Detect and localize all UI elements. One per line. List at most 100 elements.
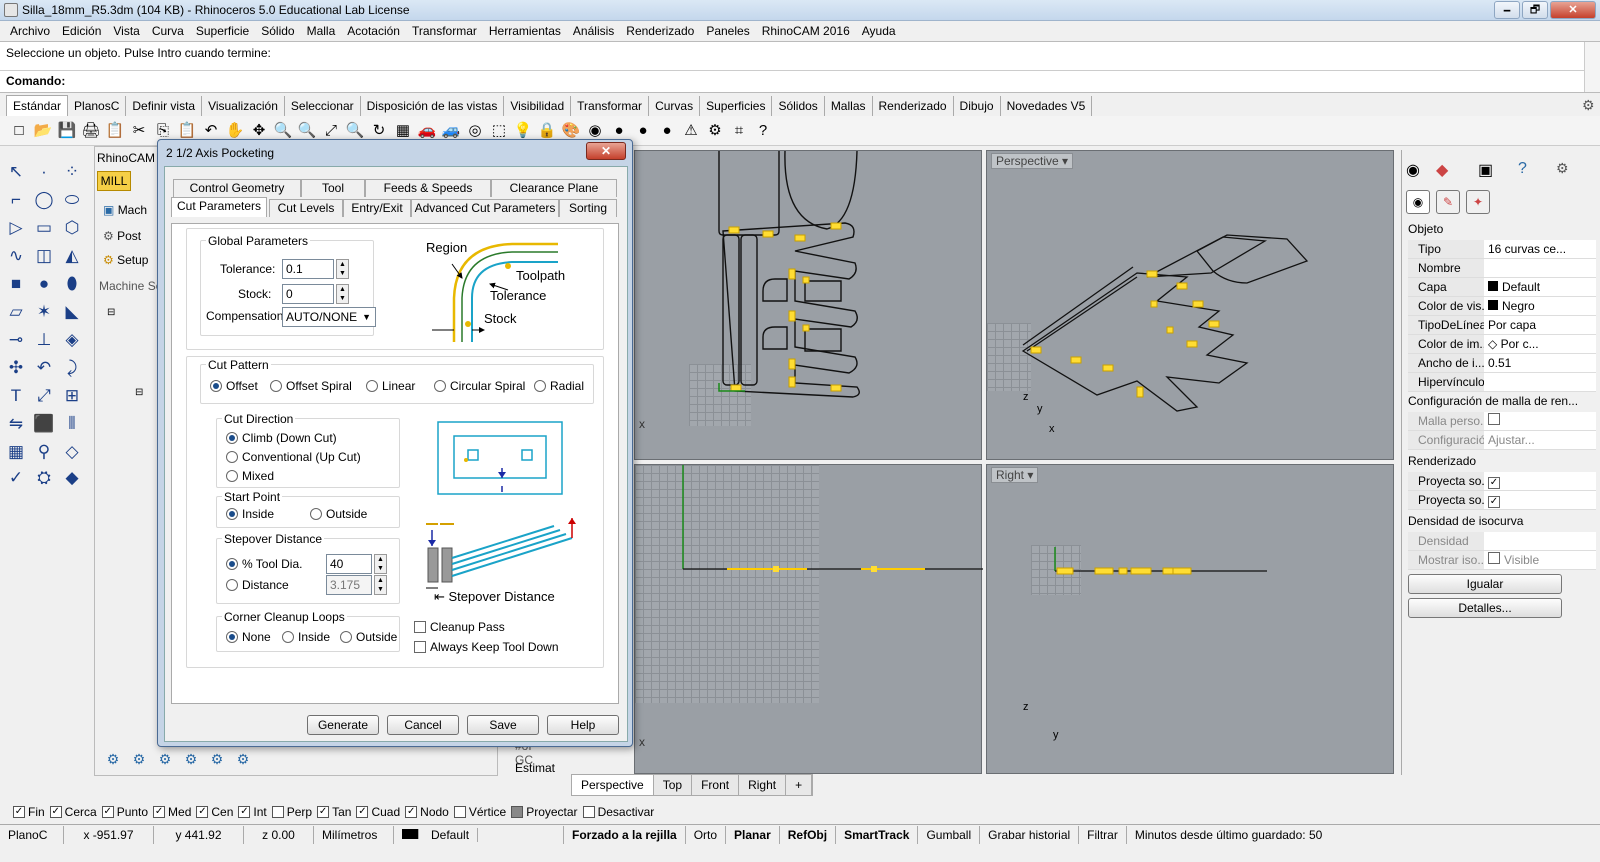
filter-toggle[interactable]: Filtrar [1079, 825, 1127, 844]
ortho-toggle[interactable]: Orto [686, 825, 727, 844]
menu-solido[interactable]: Sólido [255, 21, 300, 41]
command-input-label[interactable]: Comando: [6, 74, 65, 88]
display-icon[interactable]: ▣ [1478, 160, 1493, 180]
tab-right[interactable]: Right [739, 775, 787, 795]
tab-clearance-plane[interactable]: Clearance Plane [491, 179, 617, 197]
grid-snap-icon[interactable]: ⌗ [728, 120, 750, 142]
snap-int-checkbox[interactable]: ✓ [238, 806, 251, 818]
setup-item[interactable]: ⚙ Setup [103, 253, 148, 267]
snap-fin-checkbox[interactable]: ✓ [13, 806, 25, 818]
tab-advanced-cut-parameters[interactable]: Advanced Cut Parameters [411, 199, 559, 217]
prop-row-show-iso[interactable]: Mostrar iso... Visible [1408, 551, 1596, 570]
texture-tab-icon[interactable]: ✦ [1466, 190, 1490, 214]
tab-disposicion[interactable]: Disposición de las vistas [361, 96, 505, 116]
clipboard-icon[interactable]: 📋 [104, 120, 126, 142]
gear-icon[interactable]: ⚙ [1582, 97, 1595, 114]
close-button[interactable]: ✕ [1550, 1, 1596, 19]
prop-value[interactable]: ✓ [1484, 491, 1596, 509]
tab-visualizacion[interactable]: Visualización [202, 96, 285, 116]
match-button[interactable]: Igualar [1408, 574, 1562, 594]
corner-none-radio[interactable] [226, 631, 238, 643]
menu-malla[interactable]: Malla [301, 21, 342, 41]
tab-transformar[interactable]: Transformar [571, 96, 650, 116]
front-viewport[interactable]: x [634, 464, 983, 774]
sphere-icon[interactable]: ● [32, 272, 56, 296]
tab-perspective[interactable]: Perspective [572, 775, 654, 795]
tab-definir-vista[interactable]: Definir vista [126, 96, 203, 116]
snap-proyectar-checkbox[interactable] [511, 806, 524, 818]
prop-value[interactable]: ✓ [1484, 472, 1596, 490]
planar-toggle[interactable]: Planar [726, 825, 780, 844]
menu-paneles[interactable]: Paneles [700, 21, 755, 41]
adjust-button[interactable]: Ajustar... [1484, 431, 1596, 449]
stock-spinner[interactable]: ▲ ▼ [336, 284, 349, 304]
distance-radio[interactable] [226, 579, 238, 591]
perspective-viewport[interactable]: Perspective ▾ z y x [986, 150, 1394, 460]
receive-shadows-checkbox[interactable]: ✓ [1488, 496, 1500, 508]
box-icon[interactable]: ■ [4, 272, 28, 296]
explode-icon[interactable]: ✣ [4, 356, 28, 380]
tab-novedades[interactable]: Novedades V5 [1001, 96, 1093, 116]
tab-planosc[interactable]: PlanosC [68, 96, 127, 116]
prop-row-linetype[interactable]: TipoDeLínea Por capa [1408, 316, 1596, 335]
dialog-close-button[interactable]: ✕ [586, 142, 626, 160]
settings-icon[interactable]: ⚙ [704, 120, 726, 142]
command-scrollbar[interactable] [1584, 42, 1600, 92]
prop-row-density[interactable]: Densidad [1408, 532, 1596, 551]
record-history-toggle[interactable]: Grabar historial [980, 825, 1080, 844]
menu-herramientas[interactable]: Herramientas [483, 21, 567, 41]
mesh-icon[interactable]: ▱ [4, 300, 28, 324]
post-item[interactable]: ⚙ Post [103, 229, 141, 243]
prop-value[interactable]: Negro [1484, 297, 1596, 315]
curve-icon[interactable]: ∿ [4, 244, 28, 268]
array-icon[interactable]: ⊞ [60, 384, 84, 408]
triangle-icon[interactable]: ▷ [4, 216, 28, 240]
menu-acotacion[interactable]: Acotación [341, 21, 406, 41]
restore-button[interactable]: 🗗 [1522, 1, 1548, 19]
print-icon[interactable]: 🖨 [80, 120, 102, 142]
generate-button[interactable]: Generate [307, 715, 379, 735]
tab-cut-levels[interactable]: Cut Levels [269, 199, 343, 217]
prop-value[interactable]: Por capa [1484, 316, 1596, 334]
color-wheel-icon[interactable]: ◉ [1406, 160, 1420, 180]
prop-row-custom-mesh[interactable]: Malla perso... [1408, 412, 1596, 431]
menu-curva[interactable]: Curva [146, 21, 190, 41]
climb-radio[interactable] [226, 432, 238, 444]
tool-icon[interactable]: ⚙ [129, 749, 149, 769]
prop-value[interactable]: Visible [1484, 551, 1596, 569]
gcode-icon[interactable]: ⚙ [233, 749, 253, 769]
menu-analisis[interactable]: Análisis [567, 21, 620, 41]
chamfer-icon[interactable]: ⤸ [60, 356, 84, 380]
project-icon[interactable]: ⫴ [60, 412, 84, 436]
prop-row-print-color[interactable]: Color de im... ◇ Por c... [1408, 335, 1596, 354]
compensation-select[interactable]: AUTO/NONE ▼ [282, 307, 376, 327]
tab-dibujo[interactable]: Dibujo [954, 96, 1001, 116]
right-viewport[interactable]: Right ▾ z y [986, 464, 1394, 774]
menu-superficie[interactable]: Superficie [190, 21, 255, 41]
gumball-icon[interactable]: ⚲ [32, 440, 56, 464]
open-file-icon[interactable]: 📂 [32, 120, 54, 142]
help-panel-icon[interactable]: ? [1518, 160, 1527, 178]
snap-med-checkbox[interactable]: ✓ [153, 806, 166, 818]
analyze-icon[interactable]: ⛭ [32, 466, 56, 490]
tab-front[interactable]: Front [692, 775, 740, 795]
tree-expand-icon[interactable]: ⊟ [135, 387, 143, 398]
polygon-icon[interactable]: ⬡ [60, 216, 84, 240]
snap-punto-checkbox[interactable]: ✓ [101, 806, 114, 818]
minimize-button[interactable]: 🗕 [1494, 1, 1520, 19]
cancel-button[interactable]: Cancel [387, 715, 459, 735]
save-icon[interactable]: 💾 [56, 120, 78, 142]
pattern-offset-radio[interactable] [210, 380, 222, 392]
toolpath-icon[interactable]: ⚙ [155, 749, 175, 769]
cleanup-pass-checkbox[interactable] [414, 621, 426, 633]
save-button[interactable]: Save [467, 715, 539, 735]
material-icon[interactable]: ◆ [1436, 160, 1448, 180]
prop-row-cast-shadows[interactable]: Proyecta so... ✓ [1408, 472, 1596, 491]
corner-inside-radio[interactable] [282, 631, 294, 643]
mirror-icon[interactable]: ⇋ [4, 412, 28, 436]
surface-icon[interactable]: ◫ [32, 244, 56, 268]
cylinder-icon[interactable]: ⬮ [60, 272, 84, 296]
tool-dia-radio[interactable] [226, 558, 238, 570]
visible-checkbox[interactable] [1488, 552, 1500, 564]
blue-sphere-icon[interactable]: ● [656, 120, 678, 142]
